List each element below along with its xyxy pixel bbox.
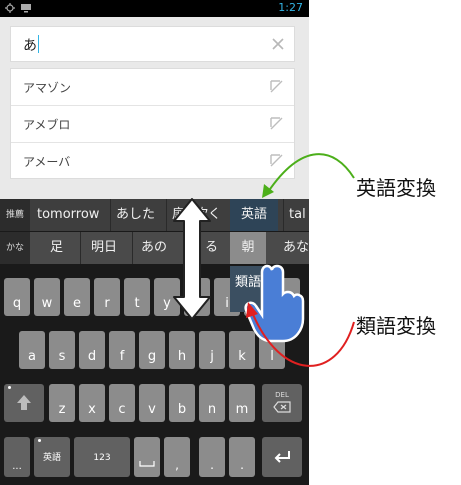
shift-icon [17,395,31,410]
phone-screen: 1:27 あ アマゾン アメブロ アメーバ 推薦 tomorrow あした 扉 … [0,0,309,485]
key-m[interactable]: m [229,384,255,422]
candidate[interactable]: あした [110,199,155,231]
shift-key[interactable] [4,384,44,422]
key-e[interactable]: e [64,278,90,316]
candidate[interactable]: 明日 [80,232,117,264]
suggestion-item[interactable]: アマゾン [11,69,294,106]
key-x[interactable]: x [79,384,105,422]
key-w[interactable]: w [34,278,60,316]
key-comma[interactable]: , [164,437,190,477]
annotation-english-conversion: 英語変換 [356,176,436,200]
suggestion-label: アマゾン [23,81,72,95]
candidate[interactable]: あの [132,232,167,264]
dot-indicator [38,439,41,442]
suggestion-item[interactable]: アメブロ [11,106,294,143]
tab-recommend[interactable]: 推薦 [0,199,30,231]
key-period[interactable]: . [199,437,225,477]
suggestion-label: アメブロ [23,118,71,132]
insert-arrow-icon[interactable] [268,78,286,96]
key-h[interactable]: h [169,331,195,369]
key-f[interactable]: f [109,331,135,369]
search-query[interactable]: あ [23,35,37,55]
key-r[interactable]: r [94,278,120,316]
key-t[interactable]: t [124,278,150,316]
tab-kana[interactable]: かな [0,232,30,264]
key-period-2[interactable]: . [229,437,255,477]
key-a[interactable]: a [19,331,45,369]
dot-indicator [8,386,11,389]
status-bar: 1:27 [0,0,309,17]
search-input[interactable]: あ [10,26,295,62]
key-v[interactable]: v [139,384,165,422]
key-q[interactable]: q [4,278,30,316]
eigo-key[interactable]: 英語 [34,437,70,477]
screen-icon [21,4,31,13]
drag-resize-arrow-icon [173,198,211,320]
insert-arrow-icon[interactable] [268,115,286,133]
key-g[interactable]: g [139,331,165,369]
clear-icon[interactable] [268,34,288,54]
key-n[interactable]: n [199,384,225,422]
key-s[interactable]: s [49,331,75,369]
text-caret [38,35,39,53]
candidate-bar-kana: かな 足 明日 あの る 朝 あな [0,232,309,264]
backspace-icon [273,401,291,413]
enter-icon [274,451,290,463]
candidate[interactable]: 足 [50,232,63,264]
gps-icon [5,3,15,13]
number-key[interactable]: 123 [74,437,130,477]
annotation-synonym-conversion: 類語変換 [356,314,436,338]
suggestion-label: アメーバ [23,155,71,169]
red-curved-arrow-icon [246,302,355,367]
enter-key[interactable] [262,437,302,477]
key-b[interactable]: b [169,384,195,422]
space-icon [139,461,155,467]
delete-label: DEL [275,391,289,399]
status-time: 1:27 [278,1,303,14]
delete-key[interactable]: DEL [262,384,302,422]
candidate-asa[interactable]: 朝 [230,232,266,264]
candidate[interactable]: tomorrow [37,199,99,231]
symbols-key[interactable]: ... [4,437,30,477]
key-c[interactable]: c [109,384,135,422]
key-j[interactable]: j [199,331,225,369]
candidate[interactable]: あな [283,232,309,264]
space-key[interactable] [134,437,160,477]
key-d[interactable]: d [79,331,105,369]
green-curved-arrow-icon [262,153,355,198]
key-z[interactable]: z [49,384,75,422]
